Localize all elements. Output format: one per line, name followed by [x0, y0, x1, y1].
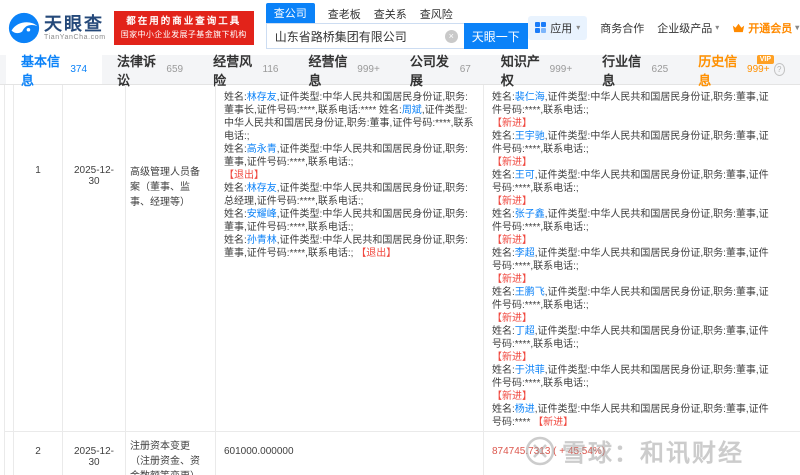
change-records-table: 1 2025-12-30 高级管理人员备案（董事、监事、经理等） 姓名:林存友,… [4, 85, 800, 475]
search-tab-company[interactable]: 查公司 [266, 3, 315, 23]
top-header: 天眼查 TianYanCha.com 都在用的商业查询工具 国家中小企业发展子基… [0, 0, 800, 55]
person-link[interactable]: 张子鑫 [515, 209, 545, 220]
row-index: 1 [14, 85, 63, 431]
person-link[interactable]: 高永青 [247, 144, 277, 155]
after-change-cell: 姓名:裴仁海,证件类型:中华人民共和国居民身份证,职务:董事,证件号码:****… [484, 85, 800, 431]
promo-banner-line1: 都在用的商业查询工具 [121, 16, 247, 28]
row-gutter [5, 85, 14, 431]
tab-industry-info[interactable]: 行业信息 625 [587, 55, 683, 84]
search-button[interactable]: 天眼一下 [464, 23, 528, 49]
person-link[interactable]: 林存友 [247, 92, 277, 103]
after-change-cell: 874745.7313 ( + 45.54%) [484, 432, 800, 475]
change-item: 高级管理人员备案（董事、监事、经理等） [126, 85, 216, 431]
apps-grid-icon [535, 22, 547, 34]
person-link[interactable]: 林存友 [247, 183, 277, 194]
nav-business-cooperation[interactable]: 商务合作 [600, 20, 644, 36]
logo-title: 天眼查 [44, 14, 106, 34]
row-gutter [5, 432, 14, 475]
vip-badge: VIP [757, 55, 774, 64]
chevron-down-icon: ▾ [715, 23, 719, 32]
row-index: 2 [14, 432, 63, 475]
search-tab-risk[interactable]: 查风险 [420, 5, 453, 23]
before-change-cell: 姓名:林存友,证件类型:中华人民共和国居民身份证,职务:董事长,证件号码:***… [216, 85, 484, 431]
help-icon[interactable]: ? [774, 63, 785, 76]
tianyancha-history-page: 天眼查 TianYanCha.com 都在用的商业查询工具 国家中小企业发展子基… [0, 0, 800, 475]
person-link[interactable]: 杨进 [515, 404, 535, 415]
search-input[interactable] [267, 29, 464, 43]
change-date: 2025-12-30 [63, 85, 126, 431]
person-link[interactable]: 周斌 [402, 105, 422, 116]
table-row: 1 2025-12-30 高级管理人员备案（董事、监事、经理等） 姓名:林存友,… [4, 85, 800, 432]
before-change-cell: 601000.000000 [216, 432, 484, 475]
logo-subtitle: TianYanCha.com [44, 34, 106, 41]
person-link[interactable]: 孙青林 [247, 235, 277, 246]
tab-history-info[interactable]: VIP 历史信息 999+ ? [683, 55, 800, 84]
person-link[interactable]: 王可 [515, 170, 535, 181]
table-row: 2 2025-12-30 注册资本变更（注册资金、资金数额等变更） 601000… [4, 432, 800, 475]
search-tab-relation[interactable]: 查关系 [374, 5, 407, 23]
header-nav: 应用 ▾ 商务合作 企业级产品 ▾ 开通会员 ▾ [528, 16, 800, 40]
person-link[interactable]: 于洪菲 [515, 365, 545, 376]
tab-legal-proceedings[interactable]: 法律诉讼 659 [102, 55, 198, 84]
person-link[interactable]: 王鹏飞 [515, 287, 545, 298]
crown-icon [732, 23, 745, 33]
tab-intellectual-property[interactable]: 知识产权 999+ [486, 55, 587, 84]
tab-operating-risk[interactable]: 经营风险 116 [198, 55, 293, 84]
nav-enterprise-products[interactable]: 企业级产品 ▾ [657, 20, 719, 36]
promo-banner-line2: 国家中小企业发展子基金旗下机构 [121, 29, 247, 40]
apps-label: 应用 [550, 20, 572, 36]
person-link[interactable]: 安耀峰 [247, 209, 277, 220]
tab-basic-info[interactable]: 基本信息 374 [6, 55, 102, 84]
promo-banner: 都在用的商业查询工具 国家中小企业发展子基金旗下机构 [114, 11, 254, 45]
nav-open-vip[interactable]: 开通会员 ▾ [732, 20, 799, 36]
section-tabbar: 基本信息 374 法律诉讼 659 经营风险 116 经营信息 999+ 公司发… [0, 55, 800, 85]
tab-company-development[interactable]: 公司发展 67 [395, 55, 486, 84]
tianyancha-eye-icon [8, 12, 40, 44]
search-tab-boss[interactable]: 查老板 [328, 5, 361, 23]
search-area: 查公司 查老板 查关系 查风险 × 天眼一下 [266, 6, 528, 49]
change-item: 注册资本变更（注册资金、资金数额等变更） [126, 432, 216, 475]
person-link[interactable]: 李超 [515, 248, 535, 259]
chevron-down-icon: ▾ [795, 23, 799, 32]
change-date: 2025-12-30 [63, 432, 126, 475]
person-link[interactable]: 裴仁海 [515, 92, 545, 103]
tianyancha-logo[interactable]: 天眼查 TianYanCha.com [8, 12, 106, 44]
apps-menu[interactable]: 应用 ▾ [528, 16, 588, 40]
tab-business-info[interactable]: 经营信息 999+ [293, 55, 394, 84]
chevron-down-icon: ▾ [576, 23, 580, 32]
clear-input-icon[interactable]: × [445, 30, 458, 43]
person-link[interactable]: 丁超 [515, 326, 535, 337]
person-link[interactable]: 王宇驰 [515, 131, 545, 142]
